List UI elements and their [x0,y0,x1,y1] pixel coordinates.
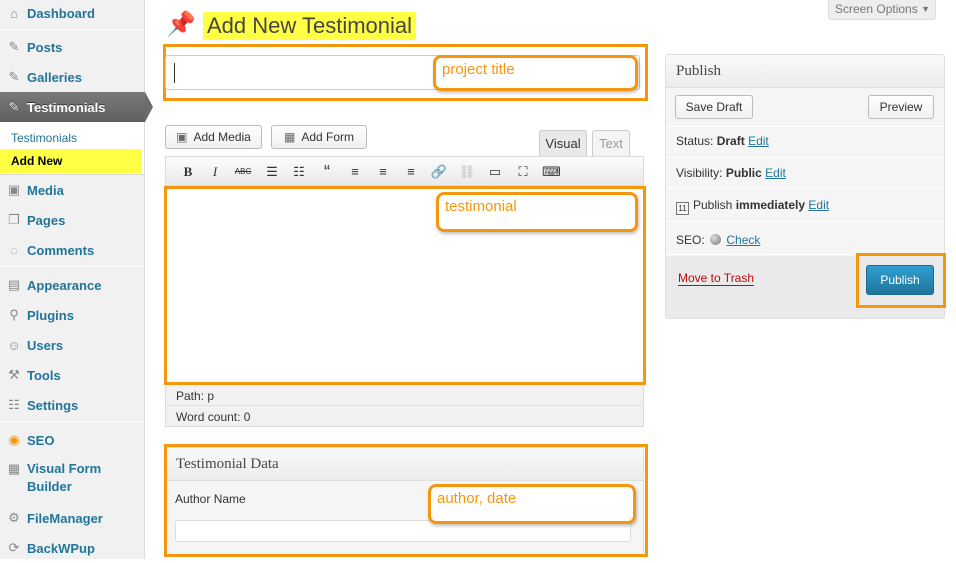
form-icon: ▦ [283,130,296,144]
pushpin-icon: 📌 [166,11,196,38]
calendar-icon: 11 [676,202,689,215]
strikethrough-icon[interactable]: ABC [234,163,252,181]
menu-plugins[interactable]: ⚲ Plugins [0,300,144,330]
appearance-icon: ▤ [7,277,21,292]
callout-project-title: project title [433,55,638,91]
blockquote-icon[interactable]: “ [318,163,336,181]
edit-status-link[interactable]: Edit [748,134,769,148]
text-cursor [174,63,175,83]
italic-icon[interactable]: I [206,163,224,181]
dashboard-icon: ⌂ [10,5,18,21]
media-icon: ▣ [7,182,21,197]
pages-icon: ❐ [8,212,20,227]
row-separator [666,221,944,222]
editor-toolbar: B I ABC ☰ ☷ “ ≡ ≡ ≡ 🔗 ⛓ ▭ ⛶ ⌨ [165,156,644,186]
gear-icon: ⚙ [8,510,20,525]
comment-icon: ◌ [10,242,18,258]
unlink-icon[interactable]: ⛓ [458,163,476,181]
pushpin-icon: ✎ [8,69,20,84]
bullet-list-icon[interactable]: ☰ [263,163,281,181]
align-right-icon[interactable]: ≡ [402,163,420,181]
plugin-icon: ⚲ [9,307,19,322]
pushpin-icon: ✎ [8,39,20,54]
backup-icon: ⟳ [8,540,20,555]
menu-appearance[interactable]: ▤ Appearance [0,270,144,300]
align-center-icon[interactable]: ≡ [374,163,392,181]
more-tag-icon[interactable]: ▭ [486,163,504,181]
pushpin-icon: ✎ [8,99,20,114]
menu-media[interactable]: ▣ Media [0,175,144,205]
fullscreen-icon[interactable]: ⛶ [514,163,532,181]
row-separator [666,126,944,127]
menu-filemanager[interactable]: ⚙ FileManager [0,503,144,533]
add-form-button[interactable]: ▦ Add Form [271,125,367,149]
menu-separator [0,29,144,30]
tab-text[interactable]: Text [592,130,630,156]
kitchen-sink-icon[interactable]: ⌨ [542,163,561,181]
menu-settings[interactable]: ☷ Settings [0,390,144,420]
settings-icon: ☷ [8,397,20,412]
edit-publish-time-link[interactable]: Edit [808,198,829,212]
admin-menu: ⌂ Dashboard ✎ Posts ✎ Galleries ✎ Testimonia… [0,0,153,559]
menu-users[interactable]: ☺ Users [0,330,144,360]
callout-testimonial: testimonial [436,192,638,232]
bold-icon[interactable]: B [179,163,197,181]
link-icon[interactable]: 🔗 [430,163,448,181]
menu-galleries[interactable]: ✎ Galleries [0,62,144,92]
status-row: Status: Draft Edit [676,134,769,148]
menu-separator [0,421,144,422]
menu-comments[interactable]: ◌ Comments [0,235,144,265]
submenu-add-new[interactable]: Add New [0,149,142,173]
menu-dashboard[interactable]: ⌂ Dashboard [0,0,144,28]
menu-separator [0,266,144,267]
menu-pages[interactable]: ❐ Pages [0,205,144,235]
menu-posts[interactable]: ✎ Posts [0,32,144,62]
callout-author-date: author, date [428,484,636,524]
form-icon: ▦ [7,461,21,476]
align-left-icon[interactable]: ≡ [346,163,364,181]
move-to-trash-link[interactable]: Move to Trash [678,271,755,286]
path-bar: Path: p [165,385,644,405]
page-title: Add New Testimonial [203,12,417,40]
menu-testimonials[interactable]: ✎ Testimonials [0,92,153,122]
media-icon: ▣ [176,130,188,144]
seo-row: SEO: Check [676,233,761,247]
seo-icon: ◉ [8,432,20,447]
submenu-testimonials[interactable]: Testimonials [0,131,77,145]
tools-icon: ⚒ [8,367,20,382]
row-separator [666,157,944,158]
visibility-row: Visibility: Public Edit [676,166,786,180]
seo-status-icon [710,234,722,245]
save-draft-button[interactable]: Save Draft [675,95,753,119]
publish-time-row: 11 Publish immediately Edit [676,198,829,215]
preview-button[interactable]: Preview [868,95,934,119]
numbered-list-icon[interactable]: ☷ [290,163,308,181]
menu-visual-form-builder[interactable]: ▦ Visual Form Builder [0,460,144,500]
screen-options-button[interactable]: Screen Options ▼ [828,0,936,20]
menu-seo[interactable]: ◉ SEO [0,425,144,455]
tab-visual[interactable]: Visual [539,130,587,156]
menu-tools[interactable]: ⚒ Tools [0,360,144,390]
publish-box-title: Publish [666,55,944,88]
word-count: Word count: 0 [165,405,644,427]
row-separator [666,188,944,189]
edit-visibility-link[interactable]: Edit [765,166,786,180]
triangle-down-icon: ▼ [921,4,930,14]
annotation-box [856,253,946,308]
testimonials-submenu: Testimonials Add New [0,122,144,175]
users-icon: ☺ [7,337,21,353]
seo-check-link[interactable]: Check [726,233,760,247]
add-media-button[interactable]: ▣ Add Media [165,125,262,149]
